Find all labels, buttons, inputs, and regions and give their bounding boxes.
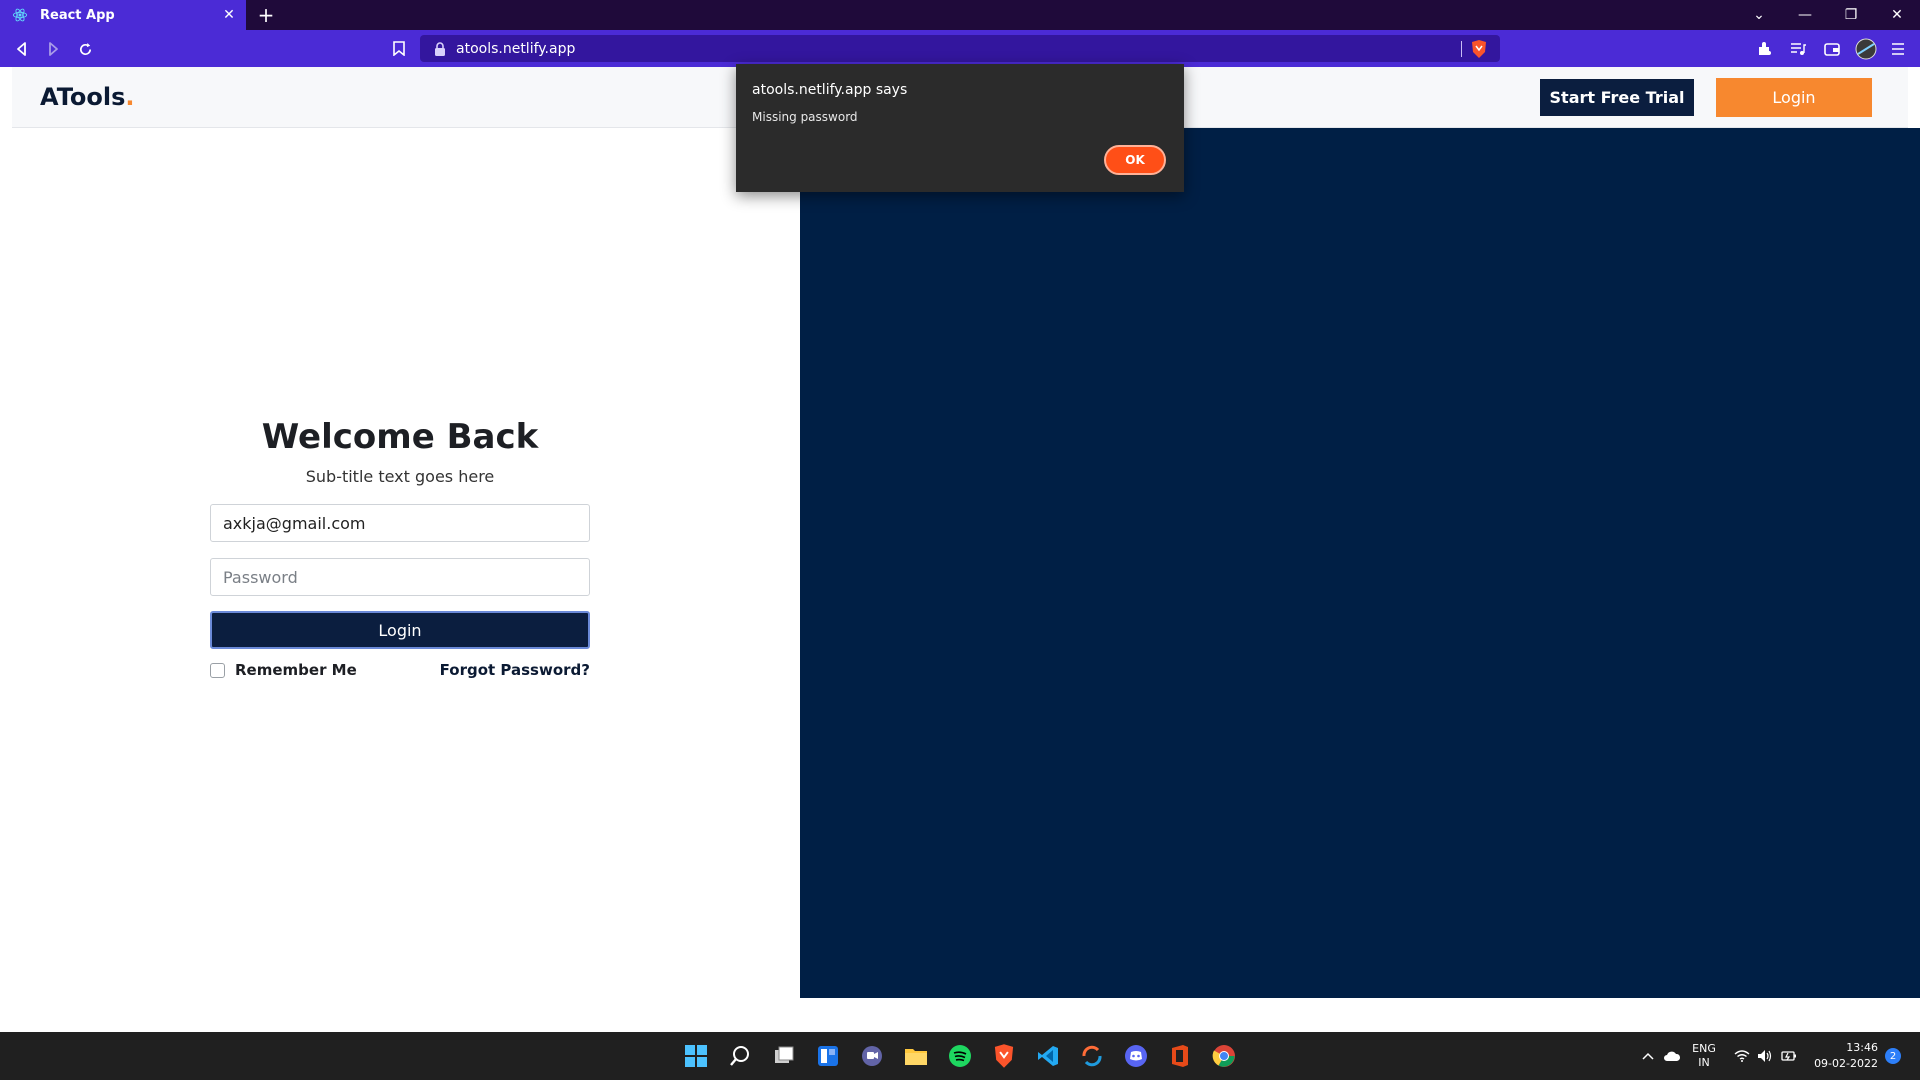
web-page: ATools. Start Free Trial Login Welcome B… [0, 67, 1920, 1032]
form-subtitle: Sub-title text goes here [305, 467, 495, 486]
discord-icon[interactable] [1122, 1042, 1150, 1070]
start-free-trial-button[interactable]: Start Free Trial [1540, 79, 1694, 116]
remember-me-control[interactable]: Remember Me [210, 661, 357, 679]
playlist-icon[interactable] [1786, 37, 1810, 61]
address-bar[interactable]: atools.netlify.app [420, 35, 1500, 62]
new-tab-button[interactable]: + [254, 3, 278, 27]
form-options-row: Remember Me Forgot Password? [210, 661, 590, 679]
forward-icon[interactable] [40, 36, 66, 62]
forgot-password-link[interactable]: Forgot Password? [440, 661, 590, 679]
onedrive-cloud-icon[interactable] [1660, 1032, 1684, 1080]
header-login-button[interactable]: Login [1716, 78, 1872, 117]
profile-avatar-icon[interactable] [1854, 37, 1878, 61]
lock-icon [435, 41, 445, 56]
tab-title: React App [40, 7, 115, 23]
dialog-message: Missing password [752, 110, 858, 124]
wifi-icon[interactable] [1730, 1032, 1754, 1080]
postman-sync-icon[interactable] [1078, 1042, 1106, 1070]
vscode-icon[interactable] [1034, 1042, 1062, 1070]
reload-icon[interactable] [72, 36, 98, 62]
minimize-window-icon[interactable]: — [1782, 3, 1828, 27]
browser-toolbar: atools.netlify.app [0, 30, 1920, 67]
react-logo-icon [12, 8, 28, 22]
volume-icon[interactable] [1754, 1032, 1776, 1080]
logo-text: ATools [40, 83, 126, 111]
search-icon[interactable] [726, 1042, 754, 1070]
task-view-icon[interactable] [770, 1042, 798, 1070]
office-icon[interactable] [1166, 1042, 1194, 1070]
site-logo[interactable]: ATools. [40, 83, 135, 111]
battery-icon[interactable] [1778, 1032, 1800, 1080]
address-separator [1461, 41, 1462, 57]
url-text: atools.netlify.app [456, 40, 576, 57]
notification-center[interactable]: 2 [1882, 1032, 1904, 1080]
remember-me-checkbox[interactable] [210, 662, 225, 678]
language-region: IN [1698, 1056, 1710, 1069]
tab-search-dropdown-icon[interactable]: ⌄ [1736, 3, 1782, 27]
start-windows-icon[interactable] [682, 1042, 710, 1070]
widgets-icon[interactable] [814, 1042, 842, 1070]
dialog-ok-button[interactable]: OK [1104, 145, 1166, 175]
clock-date: 09-02-2022 [1814, 1057, 1878, 1070]
teams-chat-icon[interactable] [858, 1042, 886, 1070]
extensions-icon[interactable] [1752, 37, 1776, 61]
password-input[interactable]: Password [210, 558, 590, 596]
notification-badge: 2 [1885, 1048, 1901, 1064]
brave-shields-icon[interactable] [1470, 39, 1488, 59]
bookmark-icon[interactable] [388, 37, 410, 59]
close-window-icon[interactable]: ✕ [1874, 3, 1920, 27]
restore-window-icon[interactable]: ❐ [1828, 3, 1874, 27]
right-hero-panel [800, 128, 1920, 998]
clock-time: 13:46 [1846, 1041, 1878, 1054]
login-form: Welcome Back Sub-title text goes here ax… [210, 417, 590, 679]
logo-dot: . [125, 83, 135, 111]
show-hidden-icons-chevron-icon[interactable] [1638, 1032, 1658, 1080]
browser-tab-active[interactable]: React App ✕ [0, 0, 246, 30]
spotify-icon[interactable] [946, 1042, 974, 1070]
menu-icon[interactable] [1886, 37, 1910, 61]
language-indicator[interactable]: ENG IN [1688, 1032, 1720, 1080]
browser-tab-strip: React App ✕ + ⌄ — ❐ ✕ [0, 0, 1920, 30]
file-explorer-icon[interactable] [902, 1042, 930, 1070]
remember-me-label: Remember Me [235, 661, 357, 679]
windows-taskbar: ENG IN 13:46 09-02-2022 2 [0, 1032, 1920, 1080]
system-clock[interactable]: 13:46 09-02-2022 [1808, 1032, 1878, 1080]
welcome-heading: Welcome Back [261, 417, 539, 457]
alert-dialog: atools.netlify.app says Missing password… [736, 64, 1184, 192]
login-submit-button[interactable]: Login [210, 611, 590, 649]
brave-browser-icon[interactable] [990, 1042, 1018, 1070]
wallet-icon[interactable] [1820, 37, 1844, 61]
tab-close-icon[interactable]: ✕ [220, 6, 238, 24]
chrome-icon[interactable] [1210, 1042, 1238, 1070]
email-input[interactable]: axkja@gmail.com [210, 504, 590, 542]
dialog-title: atools.netlify.app says [752, 82, 908, 98]
back-icon[interactable] [9, 36, 35, 62]
language-code: ENG [1692, 1042, 1716, 1055]
